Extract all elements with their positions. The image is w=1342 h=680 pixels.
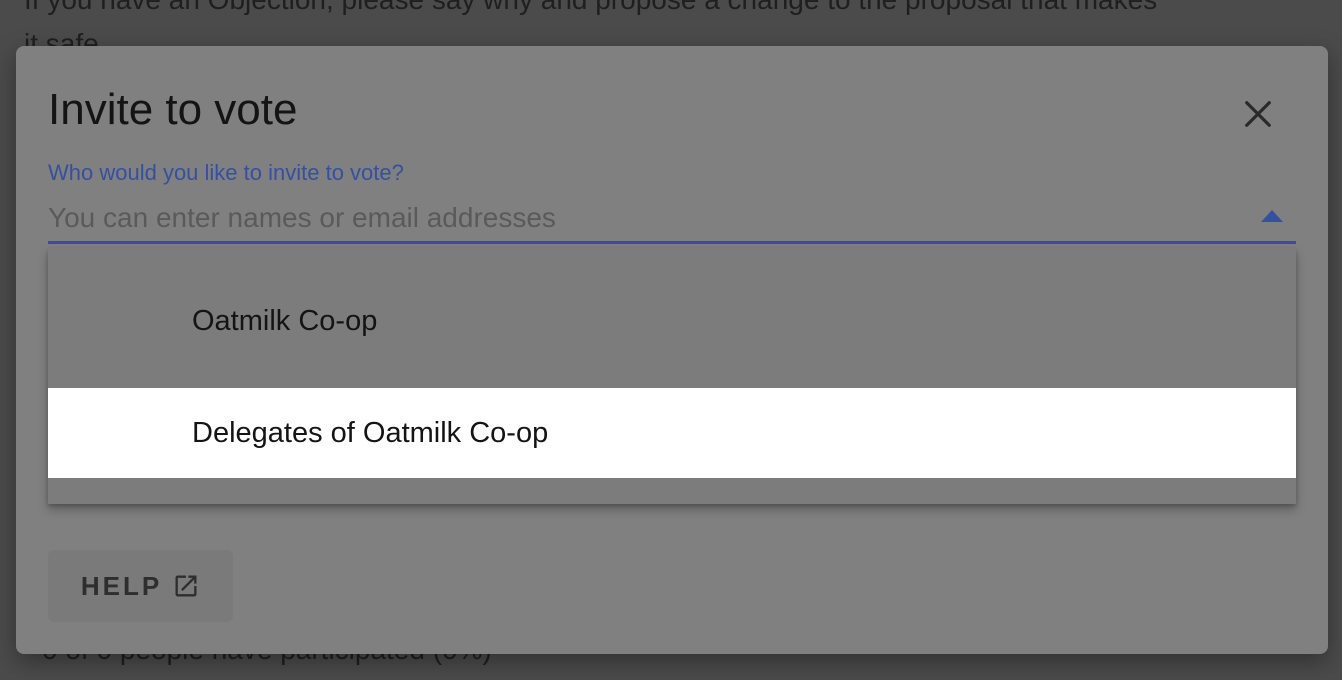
dialog-title: Invite to vote (48, 85, 298, 134)
menu-item-label: Delegates of Oatmilk Co-op (192, 416, 549, 449)
invite-suggestions-menu: Oatmilk Co-op Delegates of Oatmilk Co-op (48, 248, 1296, 504)
help-button[interactable]: HELP (48, 550, 233, 622)
menu-item-delegates-oatmilk-coop[interactable]: Delegates of Oatmilk Co-op (48, 388, 1296, 478)
menu-item-oatmilk-coop[interactable]: Oatmilk Co-op (48, 276, 1296, 366)
open-in-new-icon (175, 575, 197, 597)
invite-search-input[interactable] (48, 194, 1296, 244)
menu-item-label: Oatmilk Co-op (192, 304, 378, 337)
invite-dialog: Invite to vote Who would you like to inv… (16, 46, 1328, 654)
close-button[interactable] (1236, 92, 1280, 136)
close-icon (1245, 101, 1271, 127)
invite-field-label: Who would you like to invite to vote? (48, 160, 404, 185)
background-text-objection: If you have an Objection, please say why… (24, 0, 1157, 20)
chevron-up-icon[interactable] (1261, 208, 1283, 222)
help-button-label: HELP (80, 570, 163, 601)
